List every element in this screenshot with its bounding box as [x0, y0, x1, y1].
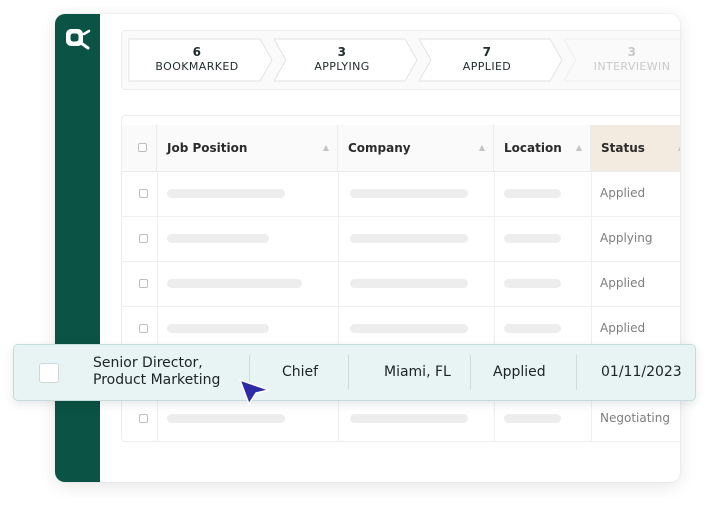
mouse-pointer-icon: [239, 379, 270, 405]
placeholder-bar: [504, 324, 561, 333]
sort-arrow-icon[interactable]: ▲: [678, 125, 680, 171]
date-cell: 01/11/2023: [601, 364, 682, 380]
column-divider: [348, 355, 349, 390]
status-cell: Negotiating: [600, 411, 670, 425]
status-cell: Applied: [600, 276, 646, 290]
placeholder-bar: [167, 279, 302, 288]
sort-arrow-icon[interactable]: ▲: [576, 125, 582, 171]
placeholder-bar: [167, 414, 285, 423]
placeholder-bar: [350, 414, 468, 423]
column-divider: [576, 355, 577, 390]
step-label: APPLYING: [314, 60, 370, 73]
step-count: 7: [482, 45, 492, 59]
placeholder-bar: [504, 414, 561, 423]
header-job-position[interactable]: Job Position ▲: [157, 125, 338, 171]
placeholder-bar: [167, 234, 269, 243]
sidebar: [55, 14, 100, 482]
header-company[interactable]: Company ▲: [338, 125, 494, 171]
status-cell: Applied: [493, 364, 546, 380]
placeholder-bar: [350, 189, 468, 198]
table-header: Job Position ▲ Company ▲ Location ▲ Stat…: [122, 125, 680, 172]
sort-arrow-icon[interactable]: ▲: [323, 125, 329, 171]
placeholder-bar: [350, 324, 468, 333]
table-row[interactable]: Applying: [122, 216, 680, 262]
header-label: Company: [348, 141, 411, 155]
row-checkbox[interactable]: [139, 414, 148, 423]
step-label: BOOKMARKED: [155, 60, 239, 73]
status-cell: Applying: [600, 231, 653, 245]
header-checkbox-cell: [122, 125, 157, 171]
sort-arrow-icon[interactable]: ▲: [479, 125, 485, 171]
pipeline-step-applying[interactable]: 3 APPLYING: [273, 38, 419, 82]
app-window: 6 BOOKMARKED 3 APPLYING 7 APPLIED 3 INTE…: [55, 14, 680, 482]
table-row[interactable]: Applied: [122, 171, 680, 217]
pipeline-step-applied[interactable]: 7 APPLIED: [418, 38, 564, 82]
header-label: Status: [601, 141, 645, 155]
header-status[interactable]: Status ▲: [591, 125, 680, 171]
placeholder-bar: [504, 234, 561, 243]
column-divider: [470, 355, 471, 390]
placeholder-bar: [350, 279, 468, 288]
placeholder-bar: [504, 189, 561, 198]
pipeline-step-bookmarked[interactable]: 6 BOOKMARKED: [128, 38, 274, 82]
select-all-checkbox[interactable]: [138, 143, 147, 152]
job-position-line: Product Marketing: [93, 372, 221, 388]
location-cell: Miami, FL: [384, 364, 451, 380]
table-row[interactable]: Negotiating: [122, 396, 680, 441]
row-checkbox[interactable]: [139, 279, 148, 288]
header-label: Job Position: [167, 141, 248, 155]
header-location[interactable]: Location ▲: [494, 125, 591, 171]
status-cell: Applied: [600, 186, 646, 200]
step-count: 3: [627, 45, 637, 59]
job-position-line: Senior Director,: [93, 355, 203, 371]
placeholder-bar: [504, 279, 561, 288]
placeholder-bar: [350, 234, 468, 243]
step-count: 6: [192, 45, 202, 59]
step-label: INTERVIEWIN: [593, 60, 671, 73]
placeholder-bar: [167, 324, 269, 333]
job-position-cell: Senior Director, Product Marketing: [93, 355, 220, 389]
pipeline-step-interviewing[interactable]: 3 INTERVIEWIN: [563, 38, 680, 82]
highlighted-job-row[interactable]: Senior Director, Product Marketing Chief…: [13, 344, 696, 401]
placeholder-bar: [167, 189, 285, 198]
app-logo-icon[interactable]: [65, 26, 91, 52]
row-checkbox[interactable]: [139, 324, 148, 333]
pipeline-stepper: 6 BOOKMARKED 3 APPLYING 7 APPLIED 3 INTE…: [121, 30, 680, 90]
row-checkbox[interactable]: [139, 234, 148, 243]
step-label: APPLIED: [462, 60, 512, 73]
header-label: Location: [504, 141, 562, 155]
step-count: 3: [337, 45, 347, 59]
company-cell: Chief: [282, 364, 319, 380]
row-checkbox[interactable]: [139, 189, 148, 198]
table-row[interactable]: Applied: [122, 261, 680, 307]
row-checkbox[interactable]: [39, 363, 59, 383]
